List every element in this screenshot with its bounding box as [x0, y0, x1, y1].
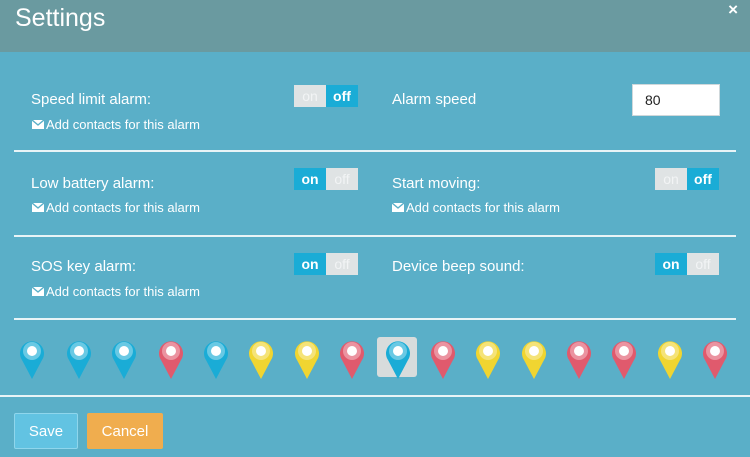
contacts-label: Add contacts for this alarm: [406, 200, 560, 215]
toggle-off: off: [326, 85, 358, 107]
rocket-icon[interactable]: [157, 336, 185, 380]
toggle-on: on: [294, 253, 326, 275]
beep-sound-toggle[interactable]: on off: [655, 253, 720, 275]
heart-icon[interactable]: [565, 336, 593, 380]
toggle-on: on: [655, 168, 687, 190]
location-icon[interactable]: [701, 336, 729, 380]
eye-icon[interactable]: [520, 336, 548, 380]
start-moving-toggle[interactable]: on off: [655, 168, 720, 190]
contacts-label: Add contacts for this alarm: [46, 117, 200, 132]
alarm-speed-input[interactable]: [632, 84, 720, 116]
bus-icon[interactable]: [293, 336, 321, 380]
toggle-on: on: [655, 253, 687, 275]
ball-icon[interactable]: [110, 336, 138, 380]
cancel-button[interactable]: Cancel: [87, 413, 163, 449]
dialog-title: Settings: [15, 4, 106, 32]
sos-key-toggle[interactable]: on off: [294, 253, 359, 275]
contacts-label: Add contacts for this alarm: [46, 200, 200, 215]
low-battery-label: Low battery alarm:: [31, 175, 155, 192]
start-moving-contacts-link[interactable]: Add contacts for this alarm: [392, 200, 560, 215]
divider: [14, 318, 736, 320]
speed-limit-contacts-link[interactable]: Add contacts for this alarm: [32, 117, 200, 132]
toggle-on: on: [294, 85, 326, 107]
target-icon[interactable]: [474, 336, 502, 380]
contacts-label: Add contacts for this alarm: [46, 284, 200, 299]
dialog-header: Settings ×: [0, 0, 750, 52]
key-icon[interactable]: [656, 336, 684, 380]
toggle-off: off: [326, 168, 358, 190]
divider: [14, 150, 736, 152]
envelope-icon: [32, 287, 44, 296]
walker-icon[interactable]: [247, 336, 275, 380]
envelope-icon: [32, 120, 44, 129]
low-battery-contacts-link[interactable]: Add contacts for this alarm: [32, 200, 200, 215]
save-button[interactable]: Save: [14, 413, 78, 449]
mustache-icon[interactable]: [610, 336, 638, 380]
sos-key-label: SOS key alarm:: [31, 258, 137, 275]
face-icon[interactable]: [18, 336, 46, 380]
toggle-off: off: [326, 253, 358, 275]
footer-divider: [0, 395, 750, 397]
lips-icon[interactable]: [384, 336, 412, 380]
low-battery-toggle[interactable]: on off: [294, 168, 359, 190]
divider: [14, 235, 736, 237]
beep-sound-label: Device beep sound:: [392, 258, 525, 275]
toggle-on: on: [294, 168, 326, 190]
speed-limit-label: Speed limit alarm:: [31, 91, 152, 108]
pin-icon-picker: [18, 336, 734, 380]
cloud-icon[interactable]: [429, 336, 457, 380]
close-icon[interactable]: ×: [728, 0, 738, 20]
envelope-icon: [392, 203, 404, 212]
envelope-icon: [32, 203, 44, 212]
toggle-off: off: [687, 168, 719, 190]
alarm-speed-label: Alarm speed: [392, 91, 477, 108]
speed-limit-toggle[interactable]: on off: [294, 85, 359, 107]
star-icon[interactable]: [202, 336, 230, 380]
mouse-icon[interactable]: [338, 336, 366, 380]
start-moving-label: Start moving:: [392, 175, 481, 192]
sos-key-contacts-link[interactable]: Add contacts for this alarm: [32, 284, 200, 299]
toggle-off: off: [687, 253, 719, 275]
paw-icon[interactable]: [65, 336, 93, 380]
